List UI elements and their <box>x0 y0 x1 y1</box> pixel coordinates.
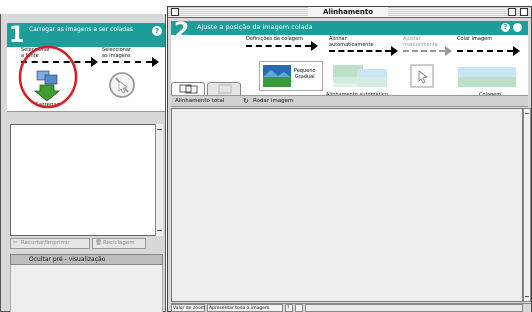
step-label: Alinhar automaticamente <box>329 36 374 48</box>
list-toolbar: ✂ Recortar/Imprimir 🗑 Reciclagem <box>10 238 163 250</box>
step-label: Definições da colagem <box>246 36 303 42</box>
arrow-right-icon <box>391 46 398 56</box>
canvas-vertical-scrollbar[interactable] <box>523 108 531 302</box>
status-bar: Valor de zoom Apresentar toda a imagem ? <box>171 303 531 312</box>
frames-icon <box>218 84 232 94</box>
tab-alignment-view[interactable] <box>171 82 205 95</box>
title-bar[interactable]: Alinhamento <box>168 7 531 18</box>
help-icon[interactable]: ? <box>501 23 510 32</box>
step-number: 2 <box>174 19 190 44</box>
scroll-down-arrow[interactable] <box>525 296 529 300</box>
window-title: Alinhamento <box>308 7 388 17</box>
overlap-frames-icon <box>179 84 198 94</box>
divider <box>7 111 165 123</box>
auto-align-button[interactable] <box>331 63 389 89</box>
tab-preview-view[interactable] <box>207 82 241 95</box>
manual-cursor-icon <box>410 64 434 88</box>
load-images-window: 1 Carregar as imagens a ser coladas ? Se… <box>0 14 166 312</box>
small-gradual-label: Pequeno Gradual <box>294 68 316 80</box>
arrow-right-icon <box>152 57 159 67</box>
step-select-images-label: Seleccionar as imagens <box>102 47 131 59</box>
progress-arrow-line <box>102 61 152 64</box>
progress-arrow-line <box>246 45 311 48</box>
load-area: Carregar <box>7 45 165 111</box>
trash-icon: 🗑 <box>95 240 102 246</box>
close-box[interactable] <box>171 8 179 16</box>
trash-button[interactable]: 🗑 Reciclagem <box>92 238 146 249</box>
scissors-icon: ✂ <box>13 240 18 246</box>
step-label: Colar imagem <box>457 36 493 42</box>
step-title: Ajuste a posição da imagem colada <box>197 23 313 31</box>
cut-print-button[interactable]: ✂ Recortar/Imprimir <box>10 238 90 249</box>
rotate-icon: ↻ <box>243 97 249 105</box>
progress-arrow-line <box>457 50 513 53</box>
image-list[interactable] <box>10 124 163 236</box>
highlight-circle <box>18 45 78 109</box>
step-label: Ajustar manualmente <box>403 36 438 48</box>
hide-preview-label: Ocultar pré - visualização <box>29 256 106 263</box>
canvas-horizontal-scrollbar[interactable] <box>305 304 523 312</box>
list-scrollbar[interactable] <box>155 124 163 236</box>
step-title: Carregar as imagens a ser coladas <box>29 26 134 33</box>
manual-adjust-button[interactable] <box>409 63 435 89</box>
cut-print-label: Recortar/Imprimir <box>21 240 70 246</box>
progress-arrow-line <box>329 50 391 53</box>
step-2-header: Ajuste a posição da imagem colada ? <box>171 21 528 35</box>
auto-align-thumbnail-icon <box>333 65 387 87</box>
arrow-right-icon <box>311 41 318 51</box>
zoom-label: Valor de zoom <box>171 304 206 312</box>
no-select-icon <box>109 72 135 98</box>
collage-settings-button[interactable]: Pequeno Gradual <box>259 61 323 91</box>
scroll-up-arrow[interactable] <box>157 125 162 130</box>
view-tabs <box>171 82 251 95</box>
scroll-left-arrow[interactable] <box>295 304 303 312</box>
arrow-right-icon <box>513 46 520 56</box>
show-all-dropdown[interactable]: Apresentar toda a imagem <box>207 304 283 312</box>
landscape-thumbnail-icon <box>263 65 291 87</box>
scroll-up-arrow[interactable] <box>525 110 529 114</box>
preview-area <box>10 265 163 312</box>
image-canvas[interactable] <box>171 108 523 302</box>
zoom-box[interactable] <box>508 8 516 16</box>
total-alignment-button[interactable]: Alinhamento total <box>175 96 224 106</box>
alignment-toolbar: Alinhamento total ↻ Rodar imagem <box>171 95 528 107</box>
arrow-right-icon <box>445 46 452 56</box>
info-icon[interactable] <box>513 23 522 32</box>
hide-preview-bar[interactable]: Ocultar pré - visualização <box>10 254 163 265</box>
help-button[interactable]: ? <box>152 26 162 36</box>
arrow-right-icon <box>91 57 98 67</box>
select-images-button[interactable] <box>107 70 137 100</box>
collage-thumbnail-icon <box>458 67 516 87</box>
alignment-window: Alinhamento Ajuste a posição da imagem c… <box>167 6 532 312</box>
collapse-box[interactable] <box>520 8 528 16</box>
scroll-down-arrow[interactable] <box>157 230 162 235</box>
page-field[interactable]: ? <box>285 304 293 312</box>
trash-label: Reciclagem <box>103 240 135 246</box>
rotate-image-button[interactable]: Rodar imagem <box>253 96 293 106</box>
paste-image-button[interactable] <box>456 63 518 89</box>
progress-arrow-line <box>403 50 445 53</box>
